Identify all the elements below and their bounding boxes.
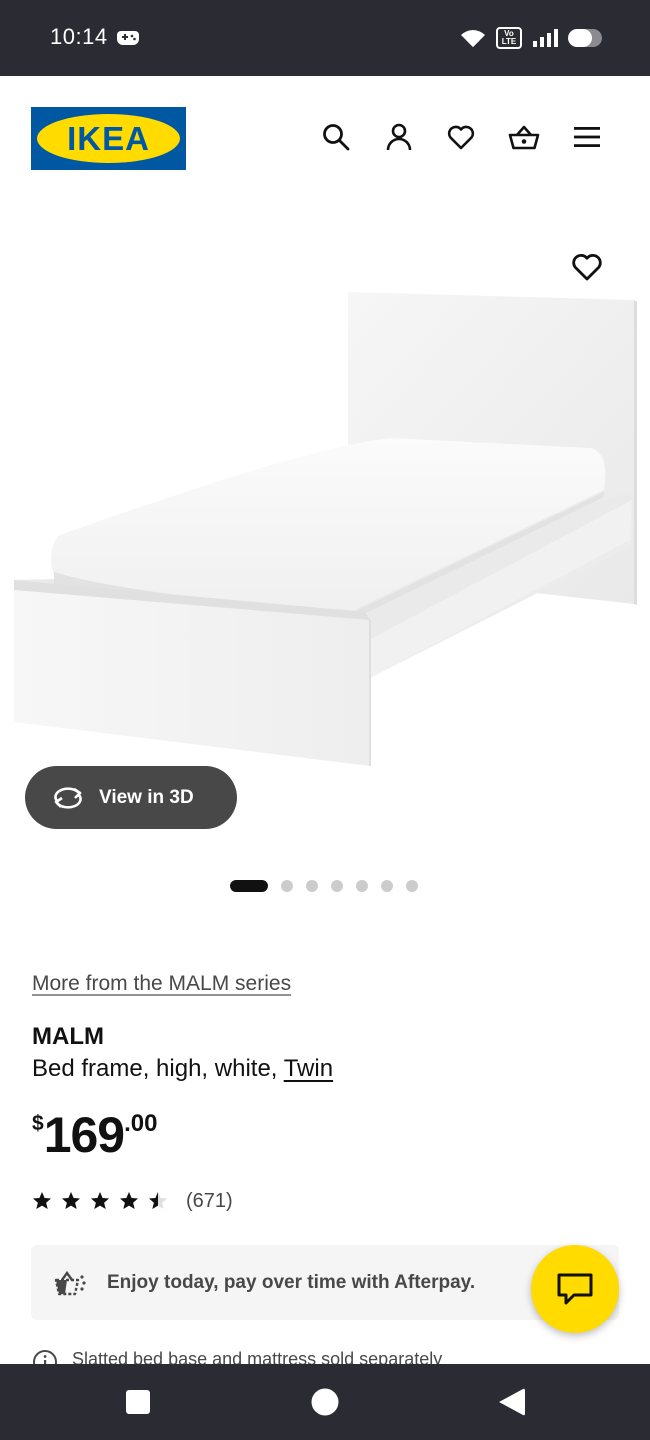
info-icon [33,1350,57,1364]
star-icon [91,1192,109,1209]
chat-bubble-icon [557,1273,593,1305]
ikea-logo[interactable]: IKEA ® [31,107,186,170]
carousel-dot[interactable] [331,880,343,892]
carousel-dot[interactable] [381,880,393,892]
product-name: MALM [32,1023,104,1050]
carousel-dot[interactable] [356,880,368,892]
carousel-dot[interactable] [406,880,418,892]
recents-square-icon[interactable] [98,1364,178,1440]
price-currency: $ [32,1112,44,1135]
logo-text: IKEA [67,120,150,157]
product-description: Bed frame, high, white, Twin [32,1055,333,1083]
home-circle-icon[interactable] [285,1364,365,1440]
menu-icon[interactable] [572,122,602,152]
volte-icon: Vo LTE [496,27,522,49]
basket-installment-icon [54,1270,86,1296]
search-icon[interactable] [321,122,351,152]
chat-button[interactable] [531,1245,619,1333]
view-in-3d-label: View in 3D [99,786,194,808]
afterpay-text: Enjoy today, pay over time with Afterpay… [107,1272,476,1293]
basket-icon[interactable] [508,122,540,152]
back-triangle-icon[interactable] [471,1364,551,1440]
note-text: Slatted bed base and mattress sold separ… [72,1349,443,1364]
signal-icon [533,29,558,47]
series-link[interactable]: More from the MALM series [32,972,291,996]
rotate-3d-icon [54,786,82,809]
heart-icon[interactable] [446,122,476,152]
carousel-indicator[interactable] [0,878,650,894]
status-icons: Vo LTE [460,22,602,54]
status-time: 10:14 [50,24,108,49]
product-image[interactable] [0,200,650,850]
product-description-text: Bed frame, high, white, [32,1055,284,1082]
price-decimal: .00 [124,1110,158,1137]
system-navigation-bar [0,1364,650,1440]
carousel-dot-active[interactable] [230,880,268,892]
star-icon [33,1192,51,1209]
battery-icon [568,29,602,47]
review-count: (671) [186,1189,233,1212]
view-in-3d-button[interactable]: View in 3D [25,766,237,829]
carousel-dot[interactable] [281,880,293,892]
size-link[interactable]: Twin [284,1055,333,1082]
carousel-dot[interactable] [306,880,318,892]
wifi-icon [461,30,485,47]
status-bar: 10:14 Vo LTE [0,0,650,76]
product-rating[interactable]: (671) [32,1188,233,1214]
product-price: $169.00 [32,1106,158,1166]
star-icon [120,1192,138,1209]
star-icon [62,1192,80,1209]
site-header: IKEA ® [0,76,650,200]
account-icon[interactable] [384,122,414,152]
favorite-heart-icon[interactable] [570,250,604,284]
product-note: Slatted bed base and mattress sold separ… [32,1346,592,1364]
star-icon [149,1192,167,1209]
price-integer: 169 [43,1107,125,1163]
game-controller-icon [117,31,139,45]
